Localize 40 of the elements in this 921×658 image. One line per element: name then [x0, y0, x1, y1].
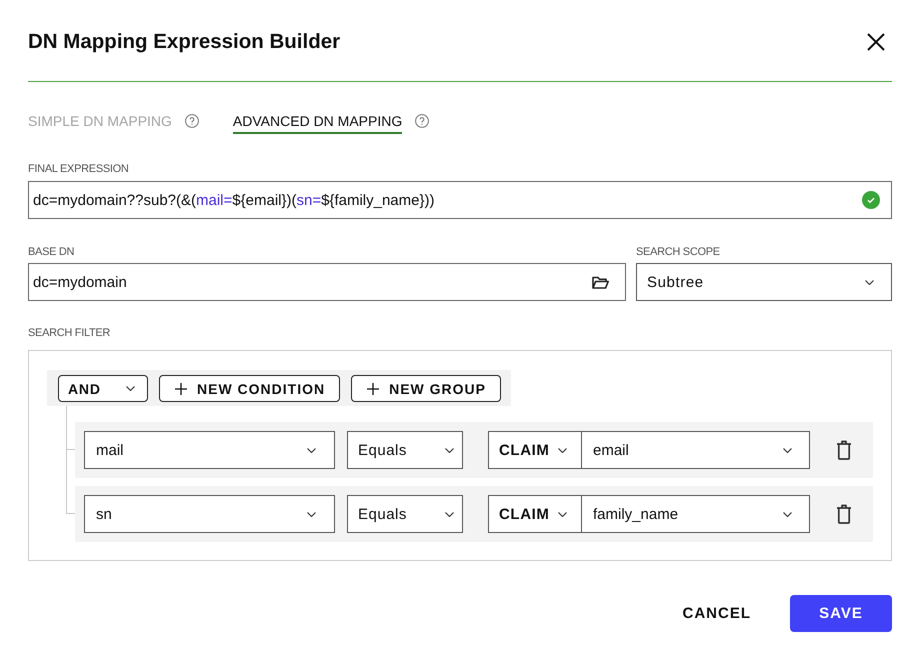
operator-select[interactable]: Equals	[347, 431, 463, 469]
chevron-icon	[783, 448, 792, 452]
field-label: BASE DN	[28, 245, 76, 259]
field-label: SEARCH FILTER	[28, 326, 112, 340]
add-button[interactable]: NEW GROUP	[351, 375, 501, 402]
add-button[interactable]: NEW CONDITION	[159, 375, 340, 402]
field-label: SEARCH SCOPE	[636, 245, 721, 259]
save-button[interactable]: SAVE	[790, 595, 892, 632]
help-icon[interactable]	[184, 114, 199, 128]
attribute-select[interactable]: mail	[84, 431, 335, 469]
tab[interactable]: ADVANCED DN MAPPING	[232, 113, 402, 134]
value-select[interactable]: email	[581, 431, 810, 469]
plus-icon	[175, 382, 187, 394]
close-icon[interactable]	[867, 32, 885, 50]
scope-select[interactable]: Subtree	[636, 263, 892, 301]
logic-select[interactable]: AND	[58, 375, 148, 402]
chevron-icon	[307, 448, 316, 452]
dialog-title: DN Mapping Expression Builder	[28, 30, 340, 54]
cancel-button[interactable]: CANCEL	[666, 595, 767, 632]
value-type-select[interactable]: CLAIM	[488, 495, 582, 533]
chevron-icon	[445, 448, 454, 452]
chevron-icon	[783, 512, 792, 516]
base-dn-field[interactable]: dc=mydomain	[28, 263, 626, 301]
chevron-icon	[558, 512, 567, 516]
help-icon[interactable]	[415, 114, 430, 128]
chevron-icon	[445, 512, 454, 516]
value-type-select[interactable]: CLAIM	[488, 431, 582, 469]
value-select[interactable]: family_name	[581, 495, 810, 533]
folder-icon[interactable]	[592, 276, 609, 288]
trash-icon[interactable]	[836, 504, 852, 524]
plus-icon	[367, 382, 380, 394]
attribute-select[interactable]: sn	[84, 495, 335, 533]
trash-icon[interactable]	[836, 440, 852, 460]
chevron-icon	[307, 512, 316, 516]
expression-field[interactable]: dc=mydomain??sub?(&(mail=${email})(sn=${family_name}))	[28, 181, 892, 219]
chevron-icon	[558, 448, 567, 452]
operator-select[interactable]: Equals	[347, 495, 463, 533]
chevron-icon	[126, 386, 135, 391]
field-label: FINAL EXPRESSION	[28, 162, 130, 176]
chevron-icon	[865, 280, 874, 284]
